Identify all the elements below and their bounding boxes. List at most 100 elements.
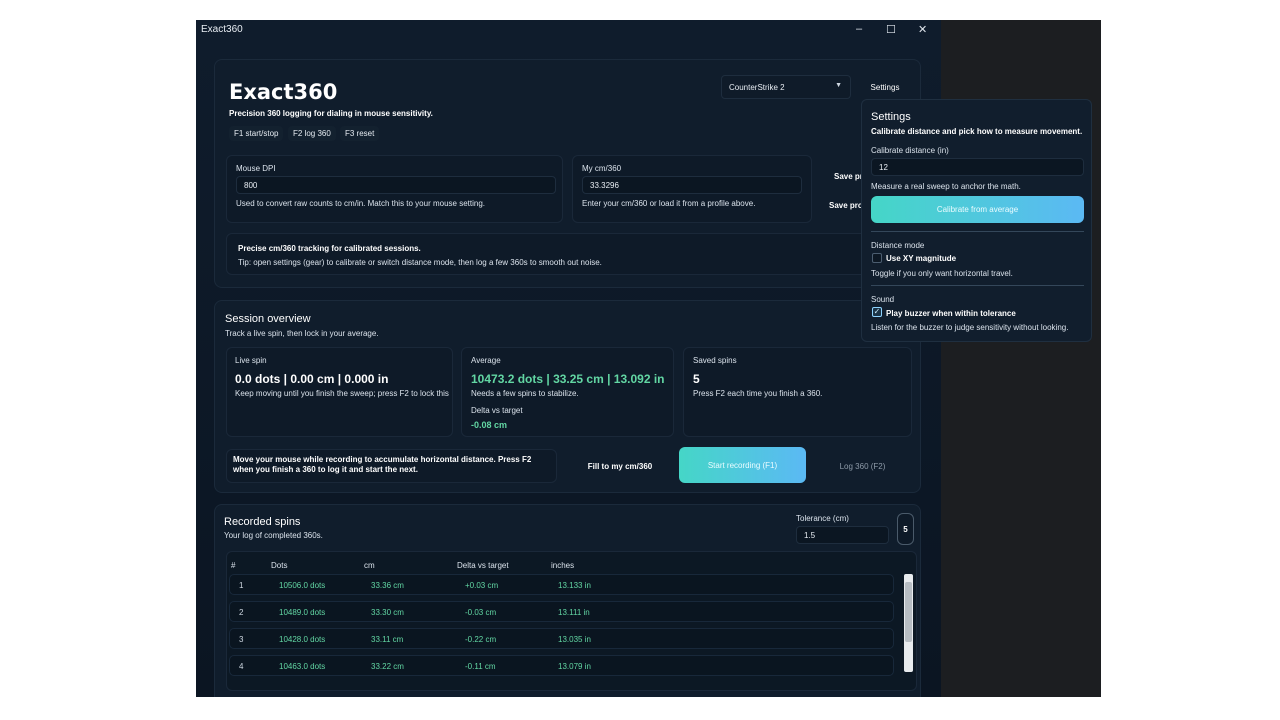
cell-inches: 13.133 in — [558, 581, 591, 590]
cell-cm: 33.36 cm — [371, 581, 404, 590]
hotkey-reset: F3 reset — [340, 126, 380, 141]
col-delta: Delta vs target — [457, 561, 509, 570]
hotkey-start-stop: F1 start/stop — [229, 126, 284, 141]
game-select[interactable]: CounterStrike 2 ▼ — [721, 75, 851, 99]
instruction-text: Move your mouse while recording to accum… — [233, 455, 532, 474]
cell-dots: 10506.0 dots — [279, 581, 326, 590]
table-row[interactable]: 4 10463.0 dots 33.22 cm -0.11 cm 13.079 … — [229, 655, 894, 676]
title-bar: Exact360 ‒ ☐ ✕ — [196, 20, 941, 42]
session-card: Session overview Track a live spin, then… — [214, 300, 921, 493]
dpi-input[interactable]: 800 — [236, 176, 556, 194]
session-title: Session overview — [225, 313, 311, 325]
dpi-help: Used to convert raw counts to cm/in. Mat… — [236, 199, 485, 208]
table-row[interactable]: 1 10506.0 dots 33.36 cm +0.03 cm 13.133 … — [229, 574, 894, 595]
instruction-card: Move your mouse while recording to accum… — [226, 449, 557, 483]
table-scrollbar[interactable] — [904, 574, 913, 672]
average-help: Needs a few spins to stabilize. — [471, 389, 579, 398]
game-select-value: CounterStrike 2 — [729, 83, 785, 92]
cell-cm: 33.11 cm — [371, 635, 404, 644]
cm360-help: Enter your cm/360 or load it from a prof… — [582, 199, 756, 208]
dpi-label: Mouse DPI — [236, 164, 276, 173]
cell-inches: 13.111 in — [558, 608, 590, 617]
cm360-input[interactable]: 33.3296 — [582, 176, 802, 194]
divider — [871, 285, 1084, 286]
average-value: 10473.2 dots | 33.25 cm | 13.092 in — [471, 372, 665, 386]
cell-cm: 33.30 cm — [371, 608, 404, 617]
hotkey-log: F2 log 360 — [288, 126, 336, 141]
calibrate-input[interactable]: 12 — [871, 158, 1084, 176]
divider — [871, 231, 1084, 232]
table-row[interactable]: 2 10489.0 dots 33.30 cm -0.03 cm 13.111 … — [229, 601, 894, 622]
xy-magnitude-label: Use XY magnitude — [886, 254, 957, 263]
distance-mode-label: Distance mode — [871, 241, 925, 250]
dpi-card: Mouse DPI 800 Used to convert raw counts… — [226, 155, 563, 223]
recorded-title: Recorded spins — [224, 516, 301, 528]
saved-spins-value: 5 — [693, 372, 700, 386]
cell-dots: 10489.0 dots — [279, 608, 326, 617]
save-profile-as-button[interactable]: Save pro — [829, 201, 863, 210]
tip-card: Precise cm/360 tracking for calibrated s… — [226, 233, 916, 275]
sound-label: Sound — [871, 295, 895, 304]
average-label: Average — [471, 356, 501, 365]
app-subtitle: Precision 360 logging for dialing in mou… — [229, 109, 433, 118]
cm360-card: My cm/360 33.3296 Enter your cm/360 or l… — [572, 155, 812, 223]
recorded-subtitle: Your log of completed 360s. — [224, 531, 323, 540]
header-card: Exact360 Precision 360 logging for diali… — [214, 59, 921, 288]
minimize-icon[interactable]: ‒ — [856, 23, 862, 35]
window-title: Exact360 — [201, 24, 243, 35]
settings-panel: Settings Calibrate distance and pick how… — [861, 99, 1092, 342]
xy-magnitude-checkbox[interactable] — [872, 253, 882, 263]
saved-spins-card: Saved spins 5 Press F2 each time you fin… — [683, 347, 912, 437]
buzzer-checkbox[interactable]: ✓ — [872, 307, 882, 317]
start-recording-button[interactable]: Start recording (F1) — [679, 447, 806, 483]
tip-title: Precise cm/360 tracking for calibrated s… — [238, 244, 421, 253]
calibrate-help: Measure a real sweep to anchor the math. — [871, 182, 1021, 191]
cell-dots: 10428.0 dots — [279, 635, 326, 644]
tolerance-label: Tolerance (cm) — [796, 514, 849, 523]
col-cm: cm — [364, 561, 375, 570]
cell-dots: 10463.0 dots — [279, 662, 326, 671]
buzzer-label: Play buzzer when within tolerance — [886, 309, 1016, 318]
tolerance-input[interactable]: 1.5 — [796, 526, 889, 544]
save-profile-button[interactable]: Save pr — [834, 172, 863, 181]
cell-index: 3 — [239, 635, 244, 644]
live-spin-help: Keep moving until you finish the sweep; … — [235, 389, 449, 398]
cell-delta: -0.03 cm — [465, 608, 497, 617]
cell-delta: +0.03 cm — [465, 581, 499, 590]
settings-subtitle: Calibrate distance and pick how to measu… — [871, 127, 1083, 136]
delta-value: -0.08 cm — [471, 420, 508, 430]
fill-cm360-button[interactable]: Fill to my cm/360 — [575, 451, 665, 481]
xy-help: Toggle if you only want horizontal trave… — [871, 269, 1013, 278]
col-dots: Dots — [271, 561, 288, 570]
saved-spins-label: Saved spins — [693, 356, 737, 365]
average-card: Average 10473.2 dots | 33.25 cm | 13.092… — [461, 347, 674, 437]
settings-title: Settings — [871, 111, 911, 123]
buzzer-help: Listen for the buzzer to judge sensitivi… — [871, 323, 1069, 332]
checkmark-icon: ✓ — [873, 307, 881, 316]
cell-cm: 33.22 cm — [371, 662, 404, 671]
live-spin-card: Live spin 0.0 dots | 0.00 cm | 0.000 in … — [226, 347, 453, 437]
app-heading: Exact360 — [229, 80, 338, 104]
cell-index: 2 — [239, 608, 244, 617]
tip-body: Tip: open settings (gear) to calibrate o… — [238, 258, 602, 267]
cell-inches: 13.035 in — [558, 635, 591, 644]
spin-count-badge: 5 — [897, 513, 914, 545]
col-inches: inches — [551, 561, 575, 570]
scrollbar-thumb[interactable] — [905, 582, 912, 642]
log-360-button[interactable]: Log 360 (F2) — [815, 451, 910, 481]
chevron-down-icon: ▼ — [835, 82, 842, 89]
calibrate-button[interactable]: Calibrate from average — [871, 196, 1084, 223]
close-icon[interactable]: ✕ — [918, 23, 927, 36]
col-index: # — [231, 561, 236, 570]
session-subtitle: Track a live spin, then lock in your ave… — [225, 329, 379, 338]
maximize-icon[interactable]: ☐ — [886, 23, 896, 36]
cell-delta: -0.11 cm — [465, 662, 496, 671]
table-row[interactable]: 3 10428.0 dots 33.11 cm -0.22 cm 13.035 … — [229, 628, 894, 649]
cell-inches: 13.079 in — [558, 662, 591, 671]
settings-button[interactable]: Settings — [860, 76, 910, 98]
recorded-card: Recorded spins Your log of completed 360… — [214, 504, 921, 697]
spins-table: # Dots cm Delta vs target inches 1 10506… — [226, 551, 917, 691]
delta-label: Delta vs target — [471, 406, 523, 415]
cell-index: 4 — [239, 662, 244, 671]
saved-spins-help: Press F2 each time you finish a 360. — [693, 389, 823, 398]
